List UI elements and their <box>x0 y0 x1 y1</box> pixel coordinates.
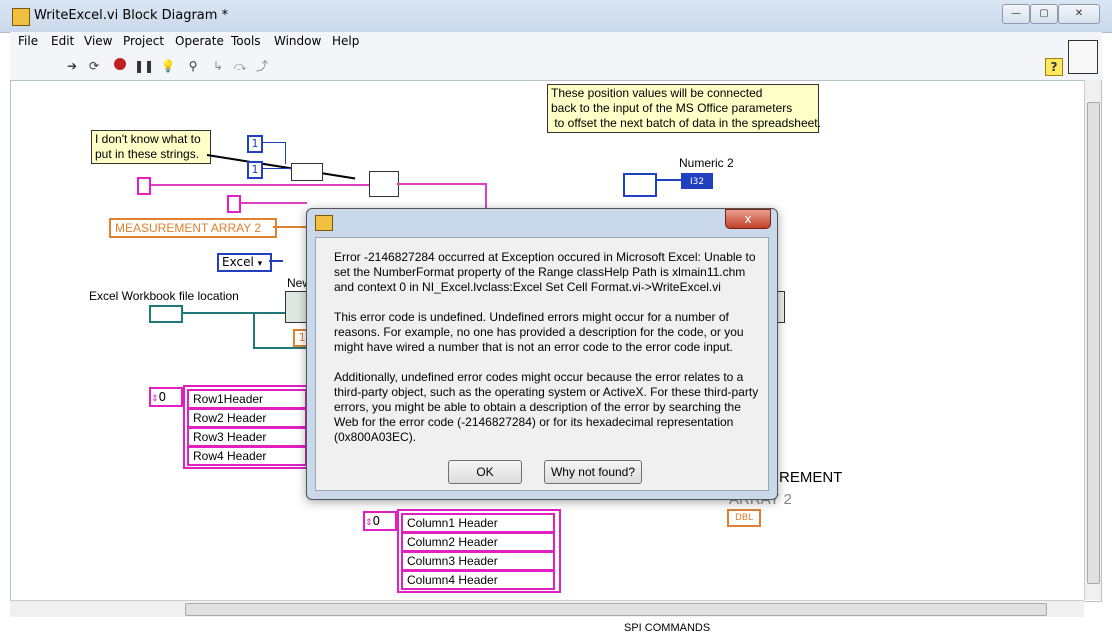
third-party-error-text: Additionally, undefined error codes migh… <box>334 370 759 444</box>
pause-icon[interactable]: ❚❚ <box>134 58 154 74</box>
menu-bar: File Edit View Project Operate Tools Win… <box>10 32 1102 52</box>
menu-view[interactable]: View <box>84 34 112 48</box>
comment-strings-note[interactable]: I don't know what to put in these string… <box>91 130 211 164</box>
context-help-icon[interactable]: ? <box>1045 58 1063 76</box>
chevron-down-icon: ▾ <box>257 259 263 269</box>
string-constant[interactable] <box>137 177 151 195</box>
dialog-close-button[interactable]: x <box>725 209 771 229</box>
undefined-error-text: This error code is undefined. Undefined … <box>334 310 744 354</box>
build-array-node[interactable] <box>369 171 399 197</box>
row-headers-array[interactable]: Row1Header Row2 Header Row3 Header Row4 … <box>183 385 313 469</box>
wire <box>655 179 681 181</box>
vi-icon-thumbnail[interactable] <box>1068 40 1098 74</box>
path-wire <box>253 347 313 349</box>
excel-ring-constant[interactable]: Excel ▾ <box>217 253 272 272</box>
step-out-icon[interactable]: ⤴ <box>254 58 270 74</box>
comment-position-note[interactable]: These position values will be connected … <box>547 84 821 133</box>
path-wire <box>253 312 255 348</box>
row-header-cell[interactable]: Row2 Header <box>187 408 307 428</box>
wire <box>285 142 286 164</box>
menu-window[interactable]: Window <box>274 34 321 48</box>
note-arrow-line <box>206 154 356 180</box>
dbl-wire <box>273 226 309 228</box>
menu-edit[interactable]: Edit <box>51 34 74 48</box>
labview-vi-icon <box>315 215 333 231</box>
column-header-cell[interactable]: Column4 Header <box>401 570 555 590</box>
row-index-value: 0 <box>158 390 167 404</box>
title-bar: WriteExcel.vi Block Diagram * — ▢ ✕ <box>0 0 1112 33</box>
vertical-scrollbar[interactable] <box>1084 80 1101 600</box>
wire <box>263 168 293 169</box>
measurement-array-label: REMENT <box>779 469 843 486</box>
measurement-array-indicator[interactable]: DBL <box>727 509 761 527</box>
column-header-cell[interactable]: Column2 Header <box>401 532 555 552</box>
string-constant[interactable] <box>227 195 241 213</box>
run-arrow-icon[interactable]: ➔ <box>64 58 80 74</box>
why-not-found-button[interactable]: Why not found? <box>544 460 642 484</box>
retain-wire-values-icon[interactable]: ⚲ <box>185 58 201 74</box>
numeric-constant[interactable]: 1 <box>247 135 263 153</box>
horizontal-scrollbar[interactable] <box>10 600 1084 617</box>
path-control-terminal[interactable] <box>149 305 183 323</box>
menu-help[interactable]: Help <box>332 34 359 48</box>
step-over-icon[interactable]: ⤼ <box>232 58 248 74</box>
string-wire <box>151 184 369 186</box>
minimize-button[interactable]: — <box>1002 4 1030 24</box>
col-index-value: 0 <box>372 514 381 528</box>
close-window-button[interactable]: ✕ <box>1058 4 1100 24</box>
column-array-index[interactable]: ⇕0 <box>363 511 397 531</box>
spi-commands-label: SPI COMMANDS <box>624 622 711 634</box>
menu-operate[interactable]: Operate <box>175 34 224 48</box>
highlight-execution-icon[interactable]: 💡 <box>160 58 176 74</box>
error-message-text: Error -2146827284 occurred at Exception … <box>334 250 756 294</box>
column-headers-array[interactable]: Column1 Header Column2 Header Column3 He… <box>397 509 561 593</box>
string-wire <box>241 202 307 204</box>
row-header-cell[interactable]: Row3 Header <box>187 427 307 447</box>
restore-button[interactable]: ▢ <box>1030 4 1058 24</box>
numeric-constant[interactable]: 1 <box>247 161 263 179</box>
run-continuous-icon[interactable]: ⟳ <box>86 58 102 74</box>
block-diagram-window: WriteExcel.vi Block Diagram * — ▢ ✕ File… <box>0 0 1112 640</box>
row-header-cell[interactable]: Row1Header <box>187 389 307 409</box>
vertical-scroll-thumb[interactable] <box>1087 102 1100 584</box>
wire <box>263 142 285 143</box>
labview-vi-icon <box>12 8 30 26</box>
ring-value: Excel <box>222 255 254 269</box>
ok-button[interactable]: OK <box>448 460 522 484</box>
column-header-cell[interactable]: Column3 Header <box>401 551 555 571</box>
horizontal-scroll-thumb[interactable] <box>185 603 1047 616</box>
toolbar: ➔ ⟳ ❚❚ 💡 ⚲ ↳ ⤼ ⤴ ? <box>10 40 1102 81</box>
step-into-icon[interactable]: ↳ <box>210 58 226 74</box>
path-wire <box>183 312 285 314</box>
numeric2-indicator[interactable]: I32 <box>681 173 713 189</box>
shift-register-node[interactable] <box>623 173 657 197</box>
menu-tools[interactable]: Tools <box>231 34 261 48</box>
numeric2-label: Numeric 2 <box>679 156 734 170</box>
row-header-cell[interactable]: Row4 Header <box>187 446 307 466</box>
measurement-array-terminal[interactable]: MEASUREMENT ARRAY 2 <box>109 218 277 238</box>
abort-icon[interactable] <box>112 58 128 74</box>
row-array-index[interactable]: ⇕0 <box>149 387 183 407</box>
column-header-cell[interactable]: Column1 Header <box>401 513 555 533</box>
menu-project[interactable]: Project <box>123 34 164 48</box>
dialog-content: Error -2146827284 occurred at Exception … <box>315 237 769 491</box>
menu-file[interactable]: File <box>18 34 38 48</box>
window-title: WriteExcel.vi Block Diagram * <box>34 8 229 23</box>
error-dialog: x Error -2146827284 occurred at Exceptio… <box>306 208 778 500</box>
wire <box>269 260 283 262</box>
bundle-node[interactable] <box>291 163 323 181</box>
workbook-path-label: Excel Workbook file location <box>89 289 239 303</box>
string-wire <box>397 183 487 185</box>
